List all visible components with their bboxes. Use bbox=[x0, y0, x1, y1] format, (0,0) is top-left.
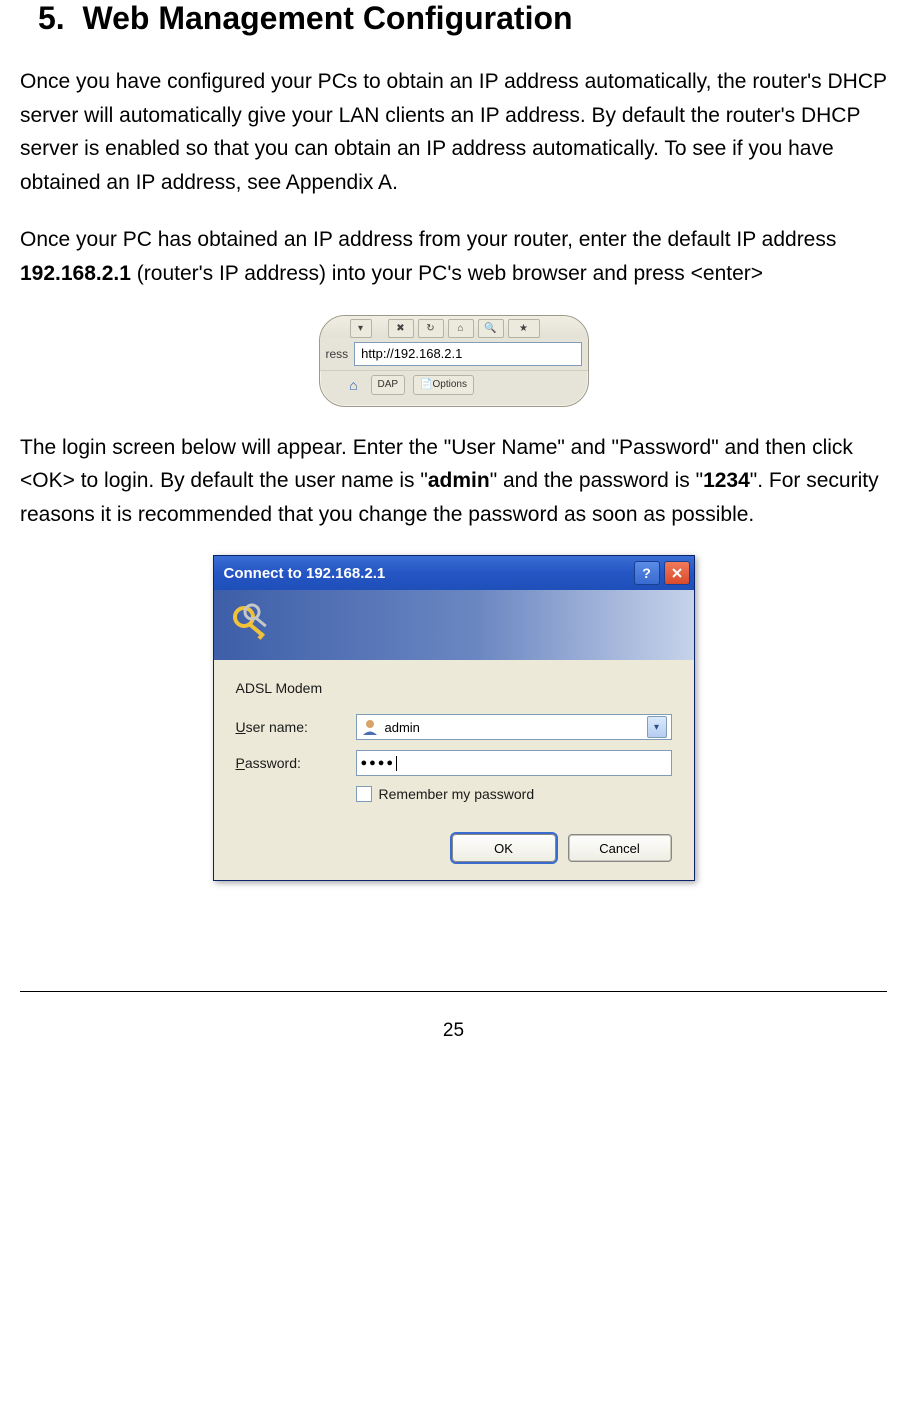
heading-number: 5. bbox=[38, 0, 65, 36]
paragraph-2: Once your PC has obtained an IP address … bbox=[20, 223, 887, 290]
password-input[interactable]: ●●●● bbox=[356, 750, 672, 776]
close-button[interactable] bbox=[664, 561, 690, 585]
toolbar-search-icon[interactable]: 🔍 bbox=[478, 319, 504, 338]
help-button[interactable]: ? bbox=[634, 561, 660, 585]
toolbar-home-icon[interactable]: ⌂ bbox=[448, 319, 474, 338]
default-username: admin bbox=[428, 469, 490, 492]
username-label: User name: bbox=[236, 719, 356, 735]
login-dialog: Connect to 192.168.2.1 ? bbox=[213, 555, 695, 881]
cancel-button[interactable]: Cancel bbox=[568, 834, 672, 862]
ok-button[interactable]: OK bbox=[452, 834, 556, 862]
text-caret bbox=[396, 756, 397, 771]
browser-address-bar-screenshot: ▾ ✖ ↻ ⌂ 🔍 ★ ress ⌂ DAP 📄 Options bbox=[319, 315, 589, 407]
toolbar-row: ▾ ✖ ↻ ⌂ 🔍 ★ bbox=[320, 316, 588, 339]
toolbar-refresh-icon[interactable]: ↻ bbox=[418, 319, 444, 338]
dropdown-icon[interactable]: ▾ bbox=[647, 716, 667, 738]
dialog-titlebar[interactable]: Connect to 192.168.2.1 ? bbox=[214, 556, 694, 590]
dialog-banner bbox=[214, 590, 694, 660]
remember-label: Remember my password bbox=[379, 786, 535, 802]
page-footer: 25 bbox=[20, 991, 887, 1042]
address-input[interactable] bbox=[354, 342, 581, 366]
toolbar-favorites-icon[interactable]: ★ bbox=[508, 319, 540, 338]
toolbar-dropdown-icon[interactable]: ▾ bbox=[350, 319, 372, 338]
close-icon bbox=[672, 565, 682, 581]
password-label: Password: bbox=[236, 755, 356, 771]
default-ip: 192.168.2.1 bbox=[20, 262, 131, 285]
home-icon[interactable]: ⌂ bbox=[345, 377, 363, 393]
address-label: ress bbox=[320, 347, 355, 361]
remember-checkbox[interactable] bbox=[356, 786, 372, 802]
device-name: ADSL Modem bbox=[236, 680, 672, 696]
options-button[interactable]: 📄 Options bbox=[413, 375, 474, 395]
default-password: 1234 bbox=[703, 469, 750, 492]
heading-title: Web Management Configuration bbox=[82, 0, 572, 36]
user-icon bbox=[361, 718, 379, 736]
password-dots: ●●●● bbox=[361, 757, 396, 769]
username-value: admin bbox=[385, 720, 647, 735]
keys-icon bbox=[230, 602, 276, 648]
paragraph-1: Once you have configured your PCs to obt… bbox=[20, 65, 887, 199]
username-combobox[interactable]: admin ▾ bbox=[356, 714, 672, 740]
dap-button[interactable]: DAP bbox=[371, 375, 406, 395]
page-number: 25 bbox=[443, 1020, 464, 1041]
toolbar-stop-icon[interactable]: ✖ bbox=[388, 319, 414, 338]
section-heading: 5. Web Management Configuration bbox=[38, 0, 887, 37]
paragraph-3: The login screen below will appear. Ente… bbox=[20, 431, 887, 532]
dialog-title: Connect to 192.168.2.1 bbox=[224, 565, 630, 582]
